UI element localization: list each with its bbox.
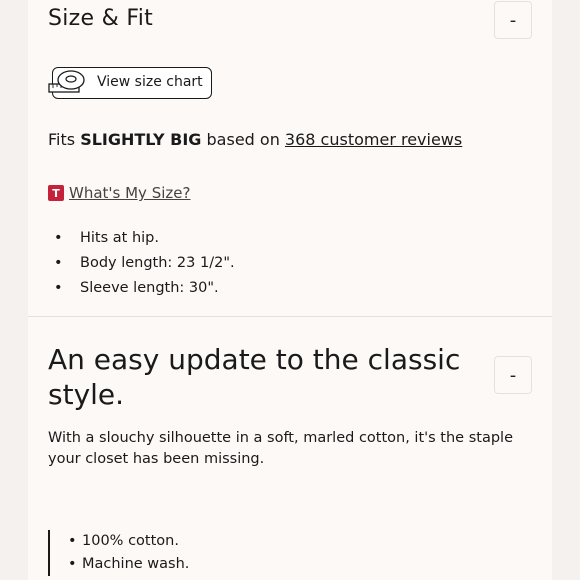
view-size-chart-label: View size chart xyxy=(97,74,203,90)
fit-prefix: Fits xyxy=(48,130,81,149)
description-text: With a slouchy silhouette in a soft, mar… xyxy=(48,430,513,467)
measuring-tape-icon xyxy=(48,70,85,93)
list-item: Sleeve length: 30". xyxy=(48,276,235,301)
view-size-chart-button[interactable]: View size chart xyxy=(48,67,212,99)
description-collapse-button[interactable]: - xyxy=(494,356,532,394)
section-divider xyxy=(28,316,552,317)
fit-value: SLIGHTLY BIG xyxy=(80,130,202,149)
fit-details-list: Hits at hip. Body length: 23 1/2". Sleev… xyxy=(48,226,235,301)
list-item: Hits at hip. xyxy=(48,226,235,251)
size-fit-collapse-button[interactable]: - xyxy=(494,1,532,39)
materials-list: 100% cotton. Machine wash. xyxy=(48,530,189,576)
list-item: Body length: 23 1/2". xyxy=(48,251,235,276)
customer-reviews-link[interactable]: 368 customer reviews xyxy=(285,130,462,149)
description-title: An easy update to the classic style. xyxy=(48,343,461,411)
t-badge-icon: T xyxy=(48,185,64,201)
fit-middle: based on xyxy=(201,130,285,149)
minus-icon: - xyxy=(509,9,517,31)
minus-icon: - xyxy=(509,364,517,386)
whats-my-size-link[interactable]: What's My Size? xyxy=(69,184,190,202)
whats-my-size-row: T What's My Size? xyxy=(48,184,190,202)
product-details-panel: Size & Fit - View size chart Fits SLIGHT… xyxy=(28,0,552,580)
list-item: 100% cotton. xyxy=(62,530,189,553)
size-fit-title: Size & Fit xyxy=(48,6,154,31)
list-item: Machine wash. xyxy=(62,553,189,576)
fit-summary: Fits SLIGHTLY BIG based on 368 customer … xyxy=(48,130,462,149)
